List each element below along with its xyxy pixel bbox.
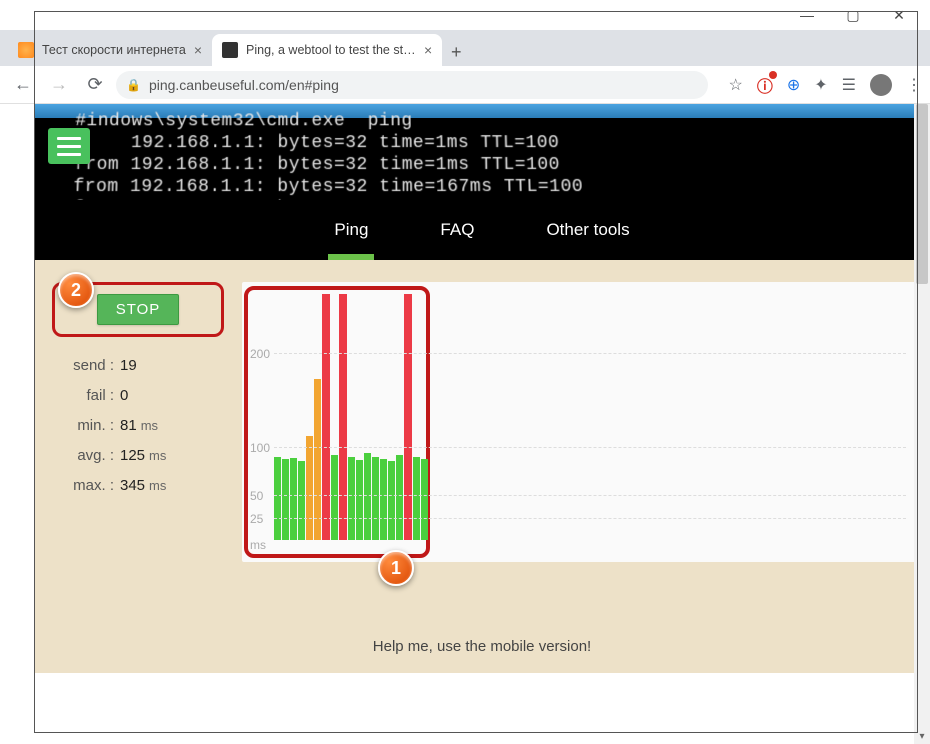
chart-bar	[306, 436, 313, 540]
extension-globe-icon[interactable]: ⊕	[787, 75, 800, 95]
profile-avatar[interactable]	[870, 74, 892, 96]
favicon-icon	[222, 42, 238, 58]
chart-bar	[322, 294, 330, 540]
hero-console-text: #indows\system32\cmd.exe ping 192.168.1.…	[72, 110, 584, 200]
main-content: STOP send : 19 fail : 0 min. : 81 ms avg…	[34, 260, 930, 592]
window-maximize-button[interactable]: ▢	[830, 0, 876, 30]
chart-ylabel: ms	[250, 538, 266, 552]
stat-fail: fail : 0	[52, 381, 224, 411]
chart-tick-label: 100	[250, 441, 270, 455]
footer-mobile-link[interactable]: Help me, use the mobile version!	[34, 592, 930, 673]
stat-value: 81	[120, 411, 137, 441]
nav-reload-button[interactable]: ⟳	[80, 70, 110, 100]
new-tab-button[interactable]: +	[442, 38, 470, 66]
stat-value: 345	[120, 471, 145, 501]
chart-gridline	[274, 447, 906, 448]
scrollbar-down-arrow[interactable]: ▾	[914, 728, 930, 744]
chart-bar	[380, 459, 387, 540]
chart-tick-label: 50	[250, 489, 263, 503]
hamburger-menu-button[interactable]	[48, 128, 90, 164]
browser-tab[interactable]: Тест скорости интернета ×	[8, 34, 212, 66]
extension-icon[interactable]: ⓘ	[757, 73, 773, 97]
chart-bar	[388, 461, 395, 540]
chart-bars	[274, 294, 428, 540]
stat-avg: avg. : 125 ms	[52, 441, 224, 471]
window-close-button[interactable]: ✕	[876, 0, 922, 30]
tab-close-icon[interactable]: ×	[194, 42, 202, 58]
site-nav: Ping FAQ Other tools	[34, 200, 930, 260]
browser-tab-active[interactable]: Ping, a webtool to test the stabili ×	[212, 34, 442, 66]
nav-item-faq[interactable]: FAQ	[434, 202, 480, 258]
stat-unit: ms	[141, 411, 158, 441]
chart-bar	[364, 453, 371, 540]
chrome-menu-icon[interactable]: ⋮	[906, 75, 922, 95]
ping-chart: ms 25 50 100 200	[242, 282, 920, 562]
chart-bar	[314, 379, 321, 540]
stat-label: max. :	[52, 471, 114, 501]
chart-area: ms 25 50 100 200	[244, 290, 912, 554]
stat-label: fail :	[52, 381, 114, 411]
stats-list: send : 19 fail : 0 min. : 81 ms avg. : 1…	[52, 351, 224, 501]
tab-close-icon[interactable]: ×	[424, 42, 432, 58]
chart-tick-label: 200	[250, 347, 270, 361]
stat-min: min. : 81 ms	[52, 411, 224, 441]
stat-value: 19	[120, 351, 137, 381]
bookmark-star-icon[interactable]: ☆	[728, 75, 742, 95]
chart-gridline	[274, 353, 906, 354]
stat-label: send :	[52, 351, 114, 381]
chart-bar	[372, 457, 379, 540]
stat-label: min. :	[52, 411, 114, 441]
nav-forward-button[interactable]: →	[44, 70, 74, 100]
chart-bar	[396, 455, 403, 540]
chart-bar	[404, 294, 412, 540]
address-bar[interactable]: 🔒 ping.canbeuseful.com/en#ping	[116, 71, 708, 99]
chart-bar	[290, 458, 297, 540]
chart-bar	[339, 294, 347, 540]
chart-bar	[348, 457, 355, 540]
chart-bar	[298, 461, 305, 540]
stats-sidebar: STOP send : 19 fail : 0 min. : 81 ms avg…	[34, 282, 224, 562]
stop-button[interactable]: STOP	[97, 294, 180, 325]
chart-bar	[356, 460, 363, 540]
browser-toolbar: ← → ⟳ 🔒 ping.canbeuseful.com/en#ping 🊣 ☆…	[0, 66, 930, 104]
nav-item-ping[interactable]: Ping	[328, 202, 374, 258]
stat-unit: ms	[149, 471, 166, 501]
page-viewport: #indows\system32\cmd.exe ping 192.168.1.…	[34, 104, 930, 744]
nav-back-button[interactable]: ←	[8, 70, 38, 100]
stat-unit: ms	[149, 441, 166, 471]
stat-label: avg. :	[52, 441, 114, 471]
annotation-callout-2: 2	[58, 272, 94, 308]
chart-gridline	[274, 518, 906, 519]
chart-bar	[274, 457, 281, 540]
chart-gridline	[274, 495, 906, 496]
toolbar-extensions: 🊣 ☆ ⓘ ⊕ ✦ ☰ ⋮	[714, 73, 922, 97]
window-titlebar: — ▢ ✕	[0, 0, 930, 30]
nav-item-other[interactable]: Other tools	[540, 202, 635, 258]
browser-tabstrip: Тест скорости интернета × Ping, a webtoo…	[0, 30, 930, 66]
tab-title: Тест скорости интернета	[42, 43, 186, 57]
page-scrollbar[interactable]: ▾	[914, 104, 930, 744]
url-text: ping.canbeuseful.com/en#ping	[149, 77, 339, 93]
tab-title: Ping, a webtool to test the stabili	[246, 43, 416, 57]
stat-value: 0	[120, 381, 128, 411]
scrollbar-thumb[interactable]	[916, 104, 928, 284]
chart-bar	[421, 459, 428, 540]
window-minimize-button[interactable]: —	[784, 0, 830, 30]
reading-list-icon[interactable]: ☰	[842, 75, 856, 95]
stat-max: max. : 345 ms	[52, 471, 224, 501]
extensions-puzzle-icon[interactable]: ✦	[814, 75, 827, 95]
stat-send: send : 19	[52, 351, 224, 381]
chart-bar	[331, 455, 338, 540]
chart-bar	[282, 459, 289, 540]
hero-banner: #indows\system32\cmd.exe ping 192.168.1.…	[34, 104, 930, 200]
chart-tick-label: 25	[250, 512, 263, 526]
stat-value: 125	[120, 441, 145, 471]
annotation-callout-1: 1	[378, 550, 414, 586]
chart-bar	[413, 457, 420, 540]
favicon-icon	[18, 42, 34, 58]
lock-icon: 🔒	[126, 78, 141, 92]
